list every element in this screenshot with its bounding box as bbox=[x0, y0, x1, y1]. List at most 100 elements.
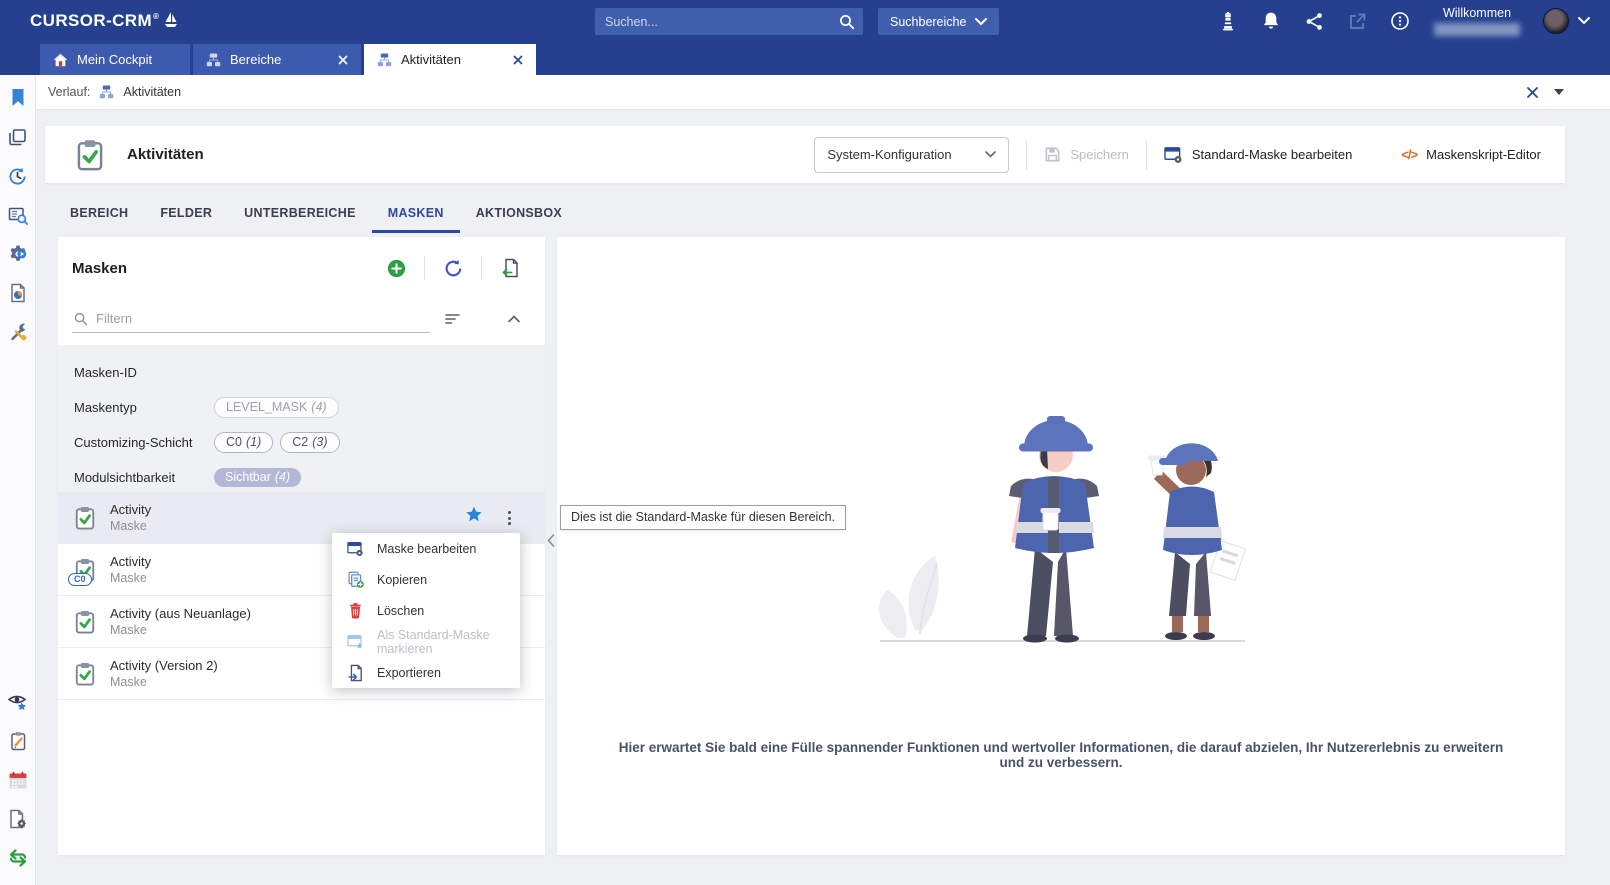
row-menu-kebab-icon[interactable] bbox=[506, 509, 513, 527]
add-mask-icon[interactable] bbox=[385, 257, 407, 279]
mask-subtitle: Maske bbox=[110, 519, 151, 533]
filter-search-icon bbox=[74, 312, 88, 326]
tab-aktionsbox[interactable]: AKTIONSBOX bbox=[460, 197, 578, 233]
document-settings-icon[interactable] bbox=[7, 808, 29, 830]
chip-count: (3) bbox=[312, 435, 327, 449]
mask-title: Activity (aus Neuanlage) bbox=[110, 606, 251, 621]
history-dropdown-icon[interactable] bbox=[1554, 89, 1564, 95]
mask-preview-panel: Hier erwartet Sie bald eine Fülle spanne… bbox=[557, 237, 1565, 855]
watch-favorites-eye-icon[interactable] bbox=[7, 691, 29, 713]
configuration-select-value: System-Konfiguration bbox=[827, 147, 951, 162]
standard-mask-tooltip: Dies ist die Standard-Maske für diesen B… bbox=[560, 505, 846, 530]
mask-subtitle: Maske bbox=[110, 623, 251, 637]
app-logo-text: CURSOR-CRM bbox=[30, 11, 152, 31]
tab-felder[interactable]: FELDER bbox=[144, 197, 228, 233]
close-history-icon[interactable] bbox=[1526, 86, 1539, 99]
search-icon[interactable] bbox=[839, 14, 855, 30]
tab-label: Bereiche bbox=[230, 52, 281, 67]
calendar-icon[interactable] bbox=[7, 769, 29, 791]
tab-bereich[interactable]: BEREICH bbox=[54, 197, 144, 233]
open-external-icon bbox=[1346, 10, 1368, 32]
user-menu-chevron-icon[interactable] bbox=[1578, 17, 1590, 25]
menu-item-kopieren[interactable]: Kopieren bbox=[332, 564, 520, 595]
mask-filter-field[interactable] bbox=[72, 306, 430, 333]
filter-chip[interactable]: Sichtbar (4) bbox=[214, 468, 301, 487]
search-scopes-button[interactable]: Suchbereiche bbox=[878, 8, 999, 35]
app-logo: CURSOR-CRM® bbox=[30, 11, 179, 31]
masks-panel-title: Masken bbox=[72, 260, 127, 277]
registered-mark: ® bbox=[153, 12, 159, 21]
mask-edit-icon bbox=[346, 540, 364, 558]
close-tab-icon[interactable] bbox=[513, 55, 523, 65]
info-menu-icon[interactable] bbox=[1389, 10, 1411, 32]
sort-icon[interactable] bbox=[444, 312, 461, 326]
tab-unterbereiche[interactable]: UNTERBEREICHE bbox=[228, 197, 372, 233]
attr-maskentyp: Maskentyp LEVEL_MASK (4) bbox=[74, 390, 529, 425]
menu-item-label: Maske bearbeiten bbox=[377, 542, 476, 556]
user-menu[interactable] bbox=[1543, 8, 1590, 34]
menu-item-label: Kopieren bbox=[377, 573, 427, 587]
menu-item-loeschen[interactable]: Löschen bbox=[332, 595, 520, 626]
global-search[interactable] bbox=[595, 8, 863, 35]
filter-chip[interactable]: LEVEL_MASK (4) bbox=[214, 397, 339, 418]
mask-subtitle: Maske bbox=[110, 571, 151, 585]
import-mask-icon[interactable] bbox=[499, 257, 521, 279]
mask-title: Activity bbox=[110, 502, 151, 517]
report-document-icon[interactable] bbox=[7, 282, 29, 304]
tools-icon[interactable] bbox=[7, 321, 29, 343]
chip-text: C2 bbox=[292, 435, 308, 449]
configuration-select[interactable]: System-Konfiguration bbox=[814, 137, 1009, 173]
history-row: Verlauf: Aktivitäten bbox=[36, 75, 1610, 110]
chevron-down-icon bbox=[975, 18, 987, 26]
collapse-filters-icon[interactable] bbox=[508, 315, 520, 323]
filter-chip[interactable]: C2 (3) bbox=[280, 432, 339, 453]
standard-mask-star-icon[interactable] bbox=[465, 506, 483, 523]
attr-label: Maskentyp bbox=[74, 400, 214, 415]
menu-item-maske-bearbeiten[interactable]: Maske bearbeiten bbox=[332, 533, 520, 564]
search-input[interactable] bbox=[605, 15, 839, 29]
avatar[interactable] bbox=[1543, 8, 1569, 34]
app-window: CURSOR-CRM® Suchbereiche bbox=[0, 0, 1610, 885]
share-icon[interactable] bbox=[1303, 10, 1325, 32]
menu-item-label: Exportieren bbox=[377, 666, 441, 680]
tab-aktivitaeten[interactable]: Aktivitäten bbox=[364, 44, 536, 75]
history-clock-icon[interactable] bbox=[7, 165, 29, 187]
chip-text: LEVEL_MASK bbox=[226, 400, 307, 414]
notifications-bell-icon[interactable] bbox=[1260, 10, 1282, 32]
process-gear-icon[interactable] bbox=[7, 243, 29, 265]
attr-modulsichtbarkeit: Modulsichtbarkeit Sichtbar (4) bbox=[74, 460, 529, 495]
masks-panel-header: Masken bbox=[58, 237, 545, 299]
tab-mein-cockpit[interactable]: Mein Cockpit bbox=[40, 44, 190, 75]
history-label: Verlauf: bbox=[48, 85, 90, 99]
divider bbox=[424, 256, 425, 280]
trash-icon bbox=[346, 602, 364, 620]
divider bbox=[481, 256, 482, 280]
history-entry[interactable]: Aktivitäten bbox=[123, 85, 181, 99]
bookmark-icon[interactable] bbox=[7, 87, 29, 109]
edit-standard-mask-button[interactable]: Standard-Maske bearbeiten bbox=[1164, 146, 1352, 164]
attr-label: Customizing-Schicht bbox=[74, 435, 214, 450]
mask-filter-row bbox=[58, 299, 545, 339]
attr-label: Modulsichtbarkeit bbox=[74, 470, 214, 485]
tab-masken[interactable]: MASKEN bbox=[372, 197, 460, 233]
search-list-icon[interactable] bbox=[7, 204, 29, 226]
tab-label: Aktivitäten bbox=[401, 52, 461, 67]
topbar: CURSOR-CRM® Suchbereiche bbox=[0, 0, 1610, 42]
lighthouse-icon[interactable] bbox=[1217, 10, 1239, 32]
menu-item-exportieren[interactable]: Exportieren bbox=[332, 657, 520, 688]
refresh-icon[interactable] bbox=[442, 257, 464, 279]
mask-filter-input[interactable] bbox=[96, 311, 428, 326]
code-icon: </> bbox=[1401, 147, 1417, 162]
tab-bereiche[interactable]: Bereiche bbox=[193, 44, 361, 75]
menu-item-label: Löschen bbox=[377, 604, 424, 618]
windows-copy-icon[interactable] bbox=[7, 126, 29, 148]
workers-illustration bbox=[860, 400, 1260, 650]
clipboard-edit-icon[interactable] bbox=[7, 730, 29, 752]
filter-chip[interactable]: C0 (1) bbox=[214, 432, 273, 453]
home-icon bbox=[53, 53, 68, 67]
panel-collapse-handle[interactable] bbox=[544, 529, 557, 551]
sync-arrows-icon[interactable] bbox=[7, 847, 29, 869]
chip-text: Sichtbar bbox=[225, 470, 271, 484]
close-tab-icon[interactable] bbox=[338, 55, 348, 65]
mask-script-editor-button[interactable]: </> Maskenskript-Editor bbox=[1401, 147, 1541, 162]
